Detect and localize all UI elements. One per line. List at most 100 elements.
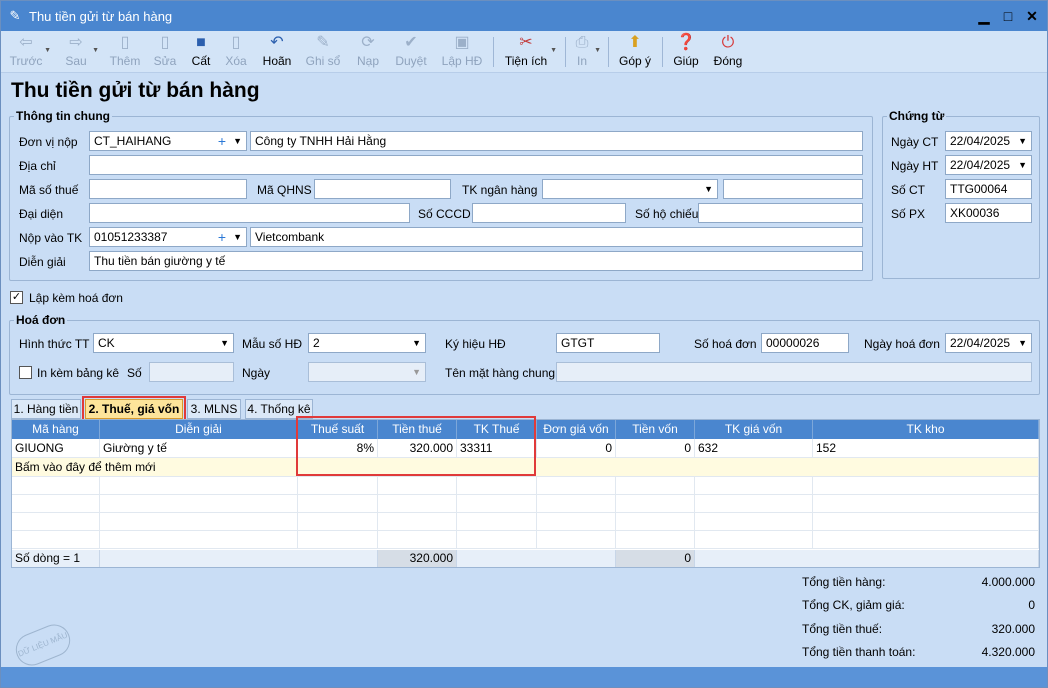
empty-cell[interactable] — [100, 513, 298, 531]
empty-cell[interactable] — [537, 495, 616, 513]
col-header-unit-cost[interactable]: Đơn giá vốn — [537, 420, 616, 439]
table-cell[interactable]: GIUONG — [12, 439, 100, 458]
tab-mlns[interactable]: 3. MLNS — [187, 399, 241, 419]
empty-cell[interactable] — [378, 495, 457, 513]
empty-cell[interactable] — [616, 477, 695, 495]
col-header-description[interactable]: Diễn giải — [100, 420, 298, 439]
table-cell[interactable]: 152 — [813, 439, 1039, 458]
utilities-button[interactable]: ✂ Tiện ích ▼ — [503, 33, 557, 71]
col-header-cost-amount[interactable]: Tiền vốn — [616, 420, 695, 439]
empty-cell[interactable] — [12, 513, 100, 531]
plus-icon[interactable]: + — [218, 228, 226, 246]
table-cell[interactable]: 0 — [537, 439, 616, 458]
plus-icon[interactable]: + — [218, 132, 226, 150]
empty-cell[interactable] — [298, 495, 378, 513]
empty-cell[interactable] — [537, 477, 616, 495]
address-field[interactable] — [89, 155, 863, 175]
date-ct-picker[interactable]: 22/04/2025 ▼ — [945, 131, 1032, 151]
help-button[interactable]: ❓ Giúp — [671, 33, 701, 71]
bank-account-combo[interactable]: ▼ — [542, 179, 718, 199]
empty-cell[interactable] — [457, 531, 537, 549]
empty-cell[interactable] — [100, 477, 298, 495]
symbol-field[interactable]: GTGT — [556, 333, 660, 353]
empty-cell[interactable] — [12, 477, 100, 495]
payer-code-combo[interactable]: CT_HAIHANG + ▼ — [89, 131, 247, 151]
with-invoice-checkbox[interactable]: ✓ — [10, 291, 23, 304]
table-cell[interactable]: 632 — [695, 439, 813, 458]
empty-cell[interactable] — [12, 495, 100, 513]
template-select[interactable]: 2 ▼ — [308, 333, 426, 353]
tab-goods-money[interactable]: 1. Hàng tiền — [11, 399, 81, 419]
feedback-button[interactable]: ⬆ Góp ý — [617, 33, 653, 71]
empty-cell[interactable] — [616, 531, 695, 549]
empty-cell[interactable] — [537, 513, 616, 531]
passport-field[interactable] — [698, 203, 863, 223]
chevron-down-icon[interactable]: ▼ — [1018, 334, 1027, 352]
table-cell[interactable]: 0 — [616, 439, 695, 458]
empty-cell[interactable] — [616, 513, 695, 531]
empty-cell[interactable] — [813, 495, 1039, 513]
col-header-cost-account[interactable]: TK giá vốn — [695, 420, 813, 439]
table-cell[interactable]: Giường y tế — [100, 439, 298, 458]
empty-cell[interactable] — [457, 513, 537, 531]
chevron-down-icon[interactable]: ▼ — [1018, 156, 1027, 174]
col-header-item-code[interactable]: Mã hàng — [12, 420, 100, 439]
save-button[interactable]: ■ Cất — [187, 33, 215, 71]
invoice-button[interactable]: ▣ Lập HĐ — [441, 33, 483, 71]
empty-cell[interactable] — [695, 513, 813, 531]
minimize-button[interactable]: ▁ — [973, 6, 995, 26]
tax-code-field[interactable] — [89, 179, 247, 199]
empty-cell[interactable] — [813, 513, 1039, 531]
invoice-number-field[interactable]: 00000026 — [761, 333, 849, 353]
qhns-field[interactable] — [314, 179, 451, 199]
chevron-down-icon[interactable]: ▼ — [412, 363, 421, 381]
empty-cell[interactable] — [695, 477, 813, 495]
load-button[interactable]: ⟳ Nạp — [353, 33, 383, 71]
chevron-down-icon[interactable]: ▼ — [1018, 132, 1027, 150]
empty-cell[interactable] — [457, 477, 537, 495]
close-button[interactable]: ⏻ Đóng — [711, 33, 745, 71]
bank-name-field[interactable] — [723, 179, 863, 199]
deposit-bank-field[interactable]: Vietcombank — [250, 227, 863, 247]
deposit-account-combo[interactable]: 01051233387 + ▼ — [89, 227, 247, 247]
no-px-field[interactable]: XK00036 — [945, 203, 1032, 223]
print-button[interactable]: ⎙ In ▼ — [571, 33, 601, 71]
undo-button[interactable]: ↶ Hoãn — [259, 33, 295, 71]
empty-cell[interactable] — [813, 477, 1039, 495]
empty-cell[interactable] — [378, 513, 457, 531]
empty-cell[interactable] — [298, 531, 378, 549]
delete-button[interactable]: ▯ Xóa — [221, 33, 251, 71]
description-field[interactable]: Thu tiền bán giường y tế — [89, 251, 863, 271]
representative-field[interactable] — [89, 203, 410, 223]
print-list-checkbox[interactable] — [19, 366, 32, 379]
payment-method-select[interactable]: CK ▼ — [93, 333, 234, 353]
next-button[interactable]: ⇨ Sau ▼ — [61, 33, 99, 71]
list-no-field[interactable] — [149, 362, 234, 382]
date-ht-picker[interactable]: 22/04/2025 ▼ — [945, 155, 1032, 175]
payer-name-field[interactable]: Công ty TNHH Hải Hằng — [250, 131, 863, 151]
invoice-date-picker[interactable]: 22/04/2025 ▼ — [945, 333, 1032, 353]
edit-button[interactable]: ▯ Sửa — [151, 33, 179, 71]
close-window-button[interactable]: ✕ — [1021, 6, 1043, 26]
chevron-down-icon[interactable]: ▼ — [704, 180, 713, 198]
empty-cell[interactable] — [378, 531, 457, 549]
empty-cell[interactable] — [616, 495, 695, 513]
empty-cell[interactable] — [12, 531, 100, 549]
empty-cell[interactable] — [298, 477, 378, 495]
no-ct-field[interactable]: TTG00064 — [945, 179, 1032, 199]
chevron-down-icon[interactable]: ▼ — [233, 132, 242, 150]
chevron-down-icon[interactable]: ▼ — [412, 334, 421, 352]
empty-cell[interactable] — [100, 531, 298, 549]
empty-cell[interactable] — [813, 531, 1039, 549]
empty-cell[interactable] — [298, 513, 378, 531]
empty-cell[interactable] — [695, 531, 813, 549]
prev-button[interactable]: ⇦ Trước ▼ — [9, 33, 51, 71]
col-header-stock-account[interactable]: TK kho — [813, 420, 1039, 439]
empty-cell[interactable] — [457, 495, 537, 513]
empty-cell[interactable] — [695, 495, 813, 513]
add-button[interactable]: ▯ Thêm — [108, 33, 142, 71]
post-button[interactable]: ✎ Ghi sổ — [304, 33, 342, 71]
chevron-down-icon[interactable]: ▼ — [233, 228, 242, 246]
cccd-field[interactable] — [472, 203, 626, 223]
list-date-picker[interactable]: ▼ — [308, 362, 426, 382]
